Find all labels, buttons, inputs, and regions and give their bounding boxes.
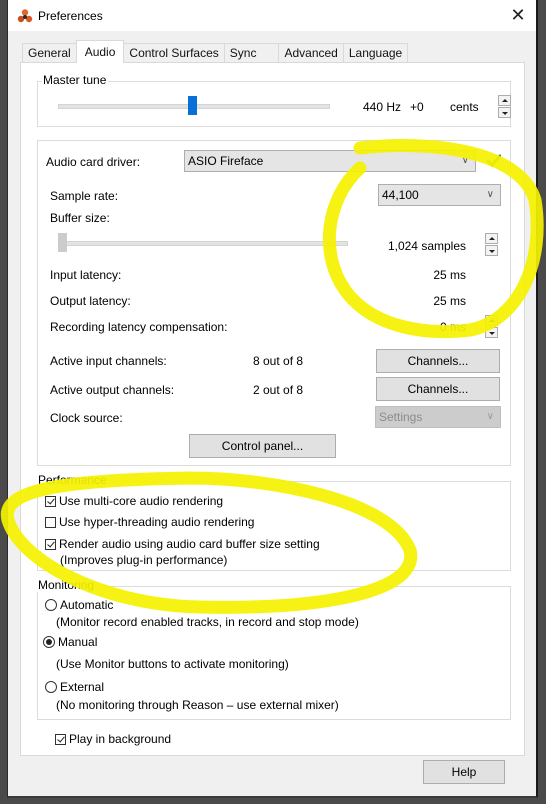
sample-rate-label: Sample rate: bbox=[50, 189, 119, 203]
buffer-size-value: 1,024 samples bbox=[387, 239, 466, 253]
buffer-size-slider-track[interactable] bbox=[60, 241, 348, 246]
chevron-down-icon: ∨ bbox=[486, 189, 494, 200]
recording-latency-label: Recording latency compensation: bbox=[50, 320, 228, 334]
tab-advanced[interactable]: Advanced bbox=[278, 43, 344, 63]
tab-audio[interactable]: Audio bbox=[75, 40, 125, 63]
spin-down-icon[interactable] bbox=[485, 245, 498, 256]
monitoring-automatic-note: (Monitor record enabled tracks, in recor… bbox=[56, 615, 359, 629]
audio-tab-panel: Master tune 440 Hz +0 cents Audio card d… bbox=[20, 62, 525, 756]
clock-source-label: Clock source: bbox=[50, 411, 123, 425]
reason-logo-icon bbox=[17, 9, 33, 23]
checkmark-icon bbox=[487, 154, 501, 168]
radio-selected-icon[interactable] bbox=[43, 636, 55, 648]
audio-card-group: Audio card driver: ASIO Fireface ∨ Sampl… bbox=[37, 140, 511, 466]
sample-rate-value: 44,100 bbox=[382, 188, 419, 202]
window-title: Preferences bbox=[38, 9, 103, 23]
checkbox-checked-icon[interactable] bbox=[45, 538, 56, 550]
master-tune-offset: +0 bbox=[410, 100, 424, 114]
monitoring-manual-note: (Use Monitor buttons to activate monitor… bbox=[56, 657, 289, 671]
clock-source-select: Settings ∨ bbox=[375, 406, 501, 428]
monitoring-external-label: External bbox=[60, 680, 105, 694]
performance-legend: Performance bbox=[37, 473, 109, 487]
play-in-background-checkbox[interactable]: Play in background bbox=[55, 732, 171, 746]
clock-source-value: Settings bbox=[379, 410, 423, 424]
monitoring-manual-radio[interactable]: Manual bbox=[43, 635, 97, 649]
buffer-size-spinner[interactable] bbox=[485, 233, 498, 257]
spin-down-icon[interactable] bbox=[498, 107, 511, 118]
preferences-window: Preferences ✕ General Audio Control Surf… bbox=[7, 0, 538, 798]
master-tune-slider-thumb[interactable] bbox=[188, 96, 197, 115]
spin-up-icon[interactable] bbox=[485, 233, 498, 244]
hyperthreading-label: Use hyper-threading audio rendering bbox=[59, 515, 255, 529]
tab-general[interactable]: General bbox=[22, 43, 77, 63]
monitoring-automatic-radio[interactable]: Automatic bbox=[45, 598, 113, 612]
monitoring-external-radio[interactable]: External bbox=[45, 680, 104, 694]
driver-label: Audio card driver: bbox=[46, 155, 141, 169]
chevron-down-icon: ∨ bbox=[486, 411, 494, 422]
master-tune-unit: cents bbox=[450, 100, 479, 114]
tab-bar: General Audio Control Surfaces Sync Adva… bbox=[22, 40, 409, 63]
master-tune-legend: Master tune bbox=[42, 73, 109, 87]
spin-down-icon[interactable] bbox=[485, 327, 498, 338]
buffer-render-note: (Improves plug-in performance) bbox=[60, 553, 228, 567]
tab-control-surfaces[interactable]: Control Surfaces bbox=[123, 43, 225, 63]
monitoring-external-note: (No monitoring through Reason – use exte… bbox=[56, 698, 339, 712]
master-tune-group: Master tune 440 Hz +0 cents bbox=[37, 73, 511, 127]
driver-value: ASIO Fireface bbox=[188, 154, 264, 168]
control-panel-button[interactable]: Control panel... bbox=[189, 434, 336, 458]
spin-up-icon[interactable] bbox=[498, 95, 511, 106]
radio-unselected-icon[interactable] bbox=[45, 599, 57, 611]
monitoring-legend: Monitoring bbox=[37, 578, 97, 592]
tab-sync[interactable]: Sync bbox=[223, 43, 280, 63]
help-button[interactable]: Help bbox=[423, 760, 505, 784]
monitoring-manual-label: Manual bbox=[58, 635, 98, 649]
active-input-value: 8 out of 8 bbox=[253, 354, 304, 368]
checkbox-checked-icon[interactable] bbox=[45, 495, 56, 507]
buffer-render-label: Render audio using audio card buffer siz… bbox=[59, 537, 320, 551]
hyperthreading-checkbox[interactable]: Use hyper-threading audio rendering bbox=[45, 515, 254, 529]
spin-up-icon[interactable] bbox=[485, 315, 498, 326]
input-latency-label: Input latency: bbox=[50, 268, 122, 282]
checkbox-checked-icon[interactable] bbox=[55, 733, 66, 745]
buffer-size-slider-thumb[interactable] bbox=[58, 233, 67, 252]
buffer-render-checkbox[interactable]: Render audio using audio card buffer siz… bbox=[45, 537, 320, 551]
chevron-down-icon: ∨ bbox=[461, 155, 469, 166]
sample-rate-select[interactable]: 44,100 ∨ bbox=[378, 184, 501, 206]
tab-language[interactable]: Language bbox=[342, 43, 409, 63]
checkbox-unchecked-icon[interactable] bbox=[45, 516, 56, 528]
driver-select[interactable]: ASIO Fireface ∨ bbox=[184, 150, 476, 172]
monitoring-automatic-label: Automatic bbox=[60, 598, 114, 612]
radio-unselected-icon[interactable] bbox=[45, 681, 57, 693]
master-tune-hz: 440 Hz bbox=[363, 100, 402, 114]
output-channels-button[interactable]: Channels... bbox=[376, 377, 500, 401]
recording-latency-value: 0 ms bbox=[439, 320, 466, 334]
performance-group: Performance Use multi-core audio renderi… bbox=[37, 473, 511, 571]
output-latency-value: 25 ms bbox=[433, 294, 466, 308]
buffer-size-label: Buffer size: bbox=[50, 211, 110, 225]
monitoring-group: Monitoring Automatic (Monitor record ena… bbox=[37, 578, 511, 720]
recording-latency-spinner[interactable] bbox=[485, 315, 498, 339]
active-input-label: Active input channels: bbox=[50, 354, 167, 368]
multicore-checkbox[interactable]: Use multi-core audio rendering bbox=[45, 494, 223, 508]
active-output-label: Active output channels: bbox=[50, 383, 175, 397]
multicore-label: Use multi-core audio rendering bbox=[59, 494, 224, 508]
active-output-value: 2 out of 8 bbox=[253, 383, 304, 397]
play-in-background-label: Play in background bbox=[69, 732, 172, 746]
input-latency-value: 25 ms bbox=[433, 268, 466, 282]
close-icon[interactable]: ✕ bbox=[508, 5, 528, 25]
title-bar: Preferences ✕ bbox=[8, 0, 536, 31]
input-channels-button[interactable]: Channels... bbox=[376, 349, 500, 373]
master-tune-spinner[interactable] bbox=[498, 95, 511, 119]
output-latency-label: Output latency: bbox=[50, 294, 131, 308]
